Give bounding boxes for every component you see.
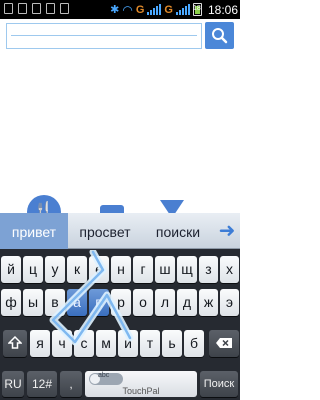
search-key[interactable]: Поиск	[200, 371, 238, 397]
key[interactable]: ш	[155, 256, 175, 283]
key[interactable]: н	[111, 256, 131, 283]
notification-icon	[4, 3, 13, 14]
network-type-label: G	[135, 3, 145, 16]
key[interactable]: т	[140, 330, 160, 357]
space-key[interactable]: abc TouchPal	[85, 371, 197, 397]
suggestion-item[interactable]: привет	[0, 213, 68, 249]
key[interactable]: ж	[199, 289, 218, 316]
backspace-icon	[216, 338, 232, 348]
shift-icon	[7, 335, 23, 349]
search-icon	[212, 28, 228, 44]
key[interactable]: о	[133, 289, 153, 316]
key[interactable]: п	[89, 289, 109, 316]
key[interactable]: г	[133, 256, 153, 283]
notification-icon	[32, 3, 41, 14]
key[interactable]: я	[30, 330, 50, 357]
battery-icon: 18	[192, 3, 202, 16]
comma-key[interactable]: ,	[60, 371, 82, 397]
more-suggestions-icon[interactable]: ➜	[216, 220, 238, 242]
key[interactable]: э	[220, 289, 239, 316]
backspace-key[interactable]	[209, 330, 239, 357]
key[interactable]: ч	[52, 330, 72, 357]
numbers-key[interactable]: 12#	[27, 371, 57, 397]
key[interactable]: л	[155, 289, 175, 316]
suggestion-bar: привет просвет поиски ➜	[0, 213, 240, 249]
suggestion-item[interactable]: поиски	[144, 213, 212, 249]
key[interactable]: к	[67, 256, 87, 283]
wifi-icon: ◠	[122, 2, 133, 17]
key[interactable]: з	[199, 256, 218, 283]
key[interactable]: д	[177, 289, 197, 316]
key[interactable]: а	[67, 289, 87, 316]
key[interactable]: ф	[1, 289, 21, 316]
search-button[interactable]	[205, 22, 234, 49]
key[interactable]: х	[220, 256, 239, 283]
key[interactable]: ц	[23, 256, 43, 283]
signal-icon	[175, 4, 190, 15]
bluetooth-icon: ✱	[110, 4, 120, 16]
notification-icon	[46, 3, 55, 14]
shift-key[interactable]	[3, 330, 27, 357]
key[interactable]: м	[96, 330, 116, 357]
suggestion-item[interactable]: просвет	[70, 213, 140, 249]
key[interactable]: у	[45, 256, 65, 283]
key[interactable]: р	[111, 289, 131, 316]
toggle-label: abc	[98, 372, 110, 379]
key[interactable]: е	[89, 256, 109, 283]
key[interactable]: ы	[23, 289, 43, 316]
key[interactable]: с	[74, 330, 94, 357]
key[interactable]: й	[1, 256, 21, 283]
key[interactable]: б	[184, 330, 204, 357]
search-input[interactable]	[6, 23, 202, 49]
text-cursor-line	[11, 35, 197, 36]
battery-level: 18	[192, 5, 201, 12]
signal-icon	[147, 4, 162, 15]
network-type-label: G	[164, 3, 173, 16]
download-icon	[60, 3, 69, 14]
clock: 18:06	[207, 2, 238, 17]
keyboard-brand: TouchPal	[122, 386, 160, 396]
key[interactable]: в	[45, 289, 65, 316]
status-bar: ✱ ◠ G G 18 18:06	[0, 0, 240, 19]
key[interactable]: щ	[177, 256, 197, 283]
notification-icon	[18, 3, 27, 14]
language-key[interactable]: RU	[2, 371, 24, 397]
key[interactable]: и	[118, 330, 138, 357]
key[interactable]: ь	[162, 330, 182, 357]
